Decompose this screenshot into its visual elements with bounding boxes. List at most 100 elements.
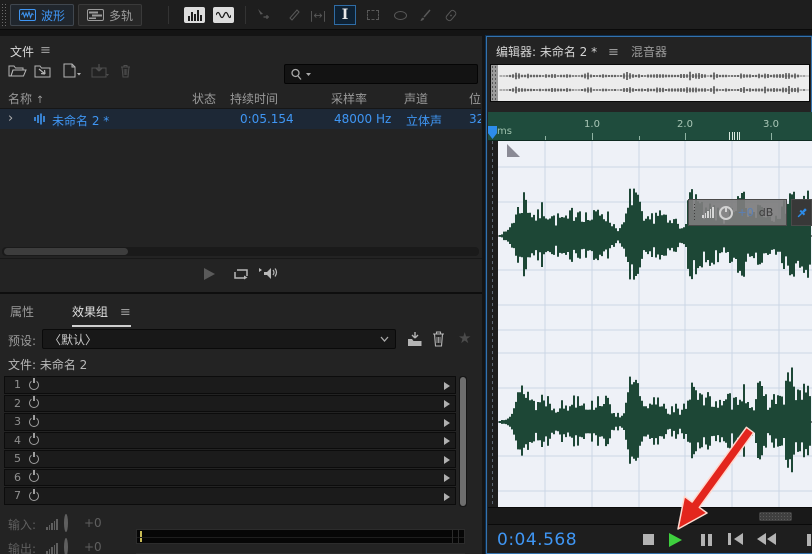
files-horizontal-scrollbar[interactable]: [2, 247, 479, 256]
effect-slot-number: 5: [11, 452, 21, 465]
loop-playback-icon[interactable]: [232, 266, 250, 282]
ruler-major-tick: [685, 133, 686, 140]
waveform-display-icon[interactable]: [213, 7, 234, 23]
play-icon: [669, 533, 682, 547]
rewind-button[interactable]: [757, 533, 776, 545]
playhead-marker[interactable]: [488, 126, 497, 139]
tab-effects-rack[interactable]: 效果组 ≡: [72, 303, 131, 327]
row-expand-icon[interactable]: ›: [8, 111, 13, 126]
spectral-frequency-display-icon[interactable]: [184, 7, 205, 23]
move-tool-icon[interactable]: [252, 5, 274, 25]
play-button[interactable]: [669, 533, 682, 547]
effect-power-icon[interactable]: [29, 435, 39, 445]
file-row[interactable]: › 未命名 2 * 0:05.154 48000 Hz 立体声 32: [0, 109, 481, 129]
output-label: 输出:: [8, 540, 36, 554]
file-sample-rate: 48000 Hz: [334, 112, 391, 126]
effect-slot-arrow-icon[interactable]: [444, 474, 450, 482]
column-name[interactable]: 名称 ↑: [8, 90, 44, 107]
effect-slot-arrow-icon[interactable]: [444, 456, 450, 464]
ruler-major-tick: [592, 133, 593, 140]
files-panel-menu-icon[interactable]: ≡: [40, 43, 51, 58]
timeline-ruler[interactable]: ms 1.02.03.0: [488, 112, 812, 141]
effects-panel-menu-icon[interactable]: ≡: [120, 305, 131, 320]
hud-grip[interactable]: [693, 203, 697, 222]
column-bit-depth[interactable]: 位: [469, 90, 481, 107]
files-tab[interactable]: 文件: [10, 43, 34, 60]
time-display[interactable]: 0:04.568: [497, 530, 577, 550]
scrollbar-thumb[interactable]: [759, 512, 792, 521]
effect-power-icon[interactable]: [29, 472, 39, 482]
delete-preset-icon[interactable]: [431, 330, 446, 347]
scrollbar-thumb[interactable]: [4, 248, 128, 255]
effect-slot-row[interactable]: 4: [4, 432, 456, 450]
column-channels[interactable]: 声道: [404, 90, 428, 107]
tab-properties[interactable]: 属性: [10, 303, 34, 320]
editor-horizontal-scrollbar[interactable]: [488, 507, 812, 524]
save-preset-icon[interactable]: [406, 331, 425, 347]
playhead-line[interactable]: [492, 141, 493, 507]
pause-button[interactable]: [701, 534, 715, 546]
output-gain-knob[interactable]: [64, 538, 68, 554]
hud-pin-button[interactable]: [791, 199, 812, 226]
preset-dropdown[interactable]: 〈默认〉: [42, 329, 396, 349]
effect-power-icon[interactable]: [29, 491, 39, 501]
new-file-icon[interactable]: [62, 63, 82, 78]
lasso-selection-icon[interactable]: [389, 5, 411, 25]
input-gain-knob[interactable]: [64, 514, 68, 532]
skip-to-start-button[interactable]: [728, 533, 743, 545]
save-file-icon[interactable]: [90, 63, 110, 78]
ruler-tick-label: 2.0: [677, 119, 693, 130]
effect-slot-arrow-icon[interactable]: [444, 400, 450, 408]
effect-slot-arrow-icon[interactable]: [444, 437, 450, 445]
waveform-view-button[interactable]: 波形: [10, 4, 74, 26]
preview-play-icon[interactable]: [204, 268, 215, 280]
spot-healing-brush-icon[interactable]: [440, 5, 462, 25]
effect-slot-arrow-icon[interactable]: [444, 382, 450, 390]
open-file-icon[interactable]: [8, 63, 27, 78]
overview-strip[interactable]: [490, 64, 810, 102]
volume-hud[interactable]: +0 dB: [688, 199, 787, 226]
import-file-icon[interactable]: [34, 63, 53, 78]
marquee-selection-icon[interactable]: [362, 5, 384, 25]
effect-power-icon[interactable]: [29, 398, 39, 408]
effect-slot-row[interactable]: 7: [4, 487, 456, 505]
effect-power-icon[interactable]: [29, 380, 39, 390]
effect-power-icon[interactable]: [29, 417, 39, 427]
slip-tool-icon[interactable]: [283, 5, 305, 25]
effect-power-icon[interactable]: [29, 454, 39, 464]
auto-play-speaker-icon[interactable]: [258, 265, 278, 282]
effect-slot-arrow-icon[interactable]: [444, 493, 450, 501]
effects-vertical-scrollbar[interactable]: [459, 376, 467, 507]
fast-forward-button[interactable]: [807, 534, 812, 546]
ruler-major-tick: [771, 133, 772, 140]
effect-slot-row[interactable]: 5: [4, 450, 456, 468]
toolbar-grip[interactable]: [1, 3, 6, 27]
delete-file-icon[interactable]: [118, 63, 133, 78]
paintbrush-icon[interactable]: [414, 5, 436, 25]
effect-slot-row[interactable]: 2: [4, 395, 456, 413]
column-duration[interactable]: 持续时间: [230, 90, 278, 107]
column-status[interactable]: 状态: [192, 90, 216, 107]
editor-panel-menu-icon[interactable]: ≡: [608, 45, 619, 60]
time-selection-range-icon[interactable]: |↔|: [307, 5, 329, 25]
effect-slot-row[interactable]: 1: [4, 376, 456, 394]
effect-slot-row[interactable]: 6: [4, 469, 456, 487]
search-dropdown-icon: [305, 72, 312, 77]
search-input[interactable]: [284, 64, 478, 84]
multitrack-view-button[interactable]: 多轨: [78, 4, 142, 26]
hud-gain-knob[interactable]: [719, 206, 733, 220]
effect-slot-arrow-icon[interactable]: [444, 419, 450, 427]
waveform-display[interactable]: +0 dB: [488, 141, 812, 507]
stop-button[interactable]: [643, 534, 654, 545]
ruler-cluster-tick: [729, 132, 730, 140]
ruler-tick-label: 3.0: [763, 119, 779, 130]
editor-panel: 编辑器: 未命名 2 * ≡ 混音器 ms 1.02.03.0 +0: [486, 36, 812, 554]
effect-slot-number: 3: [11, 415, 21, 428]
column-sample-rate[interactable]: 采样率: [331, 90, 367, 107]
overview-handle[interactable]: [491, 65, 498, 101]
scrollbar-thumb[interactable]: [460, 377, 466, 506]
tab-mixer[interactable]: 混音器: [631, 43, 667, 60]
favorite-star-icon[interactable]: ★: [458, 329, 471, 347]
time-selection-ibeam-icon[interactable]: I: [334, 5, 356, 25]
effect-slot-row[interactable]: 3: [4, 413, 456, 431]
